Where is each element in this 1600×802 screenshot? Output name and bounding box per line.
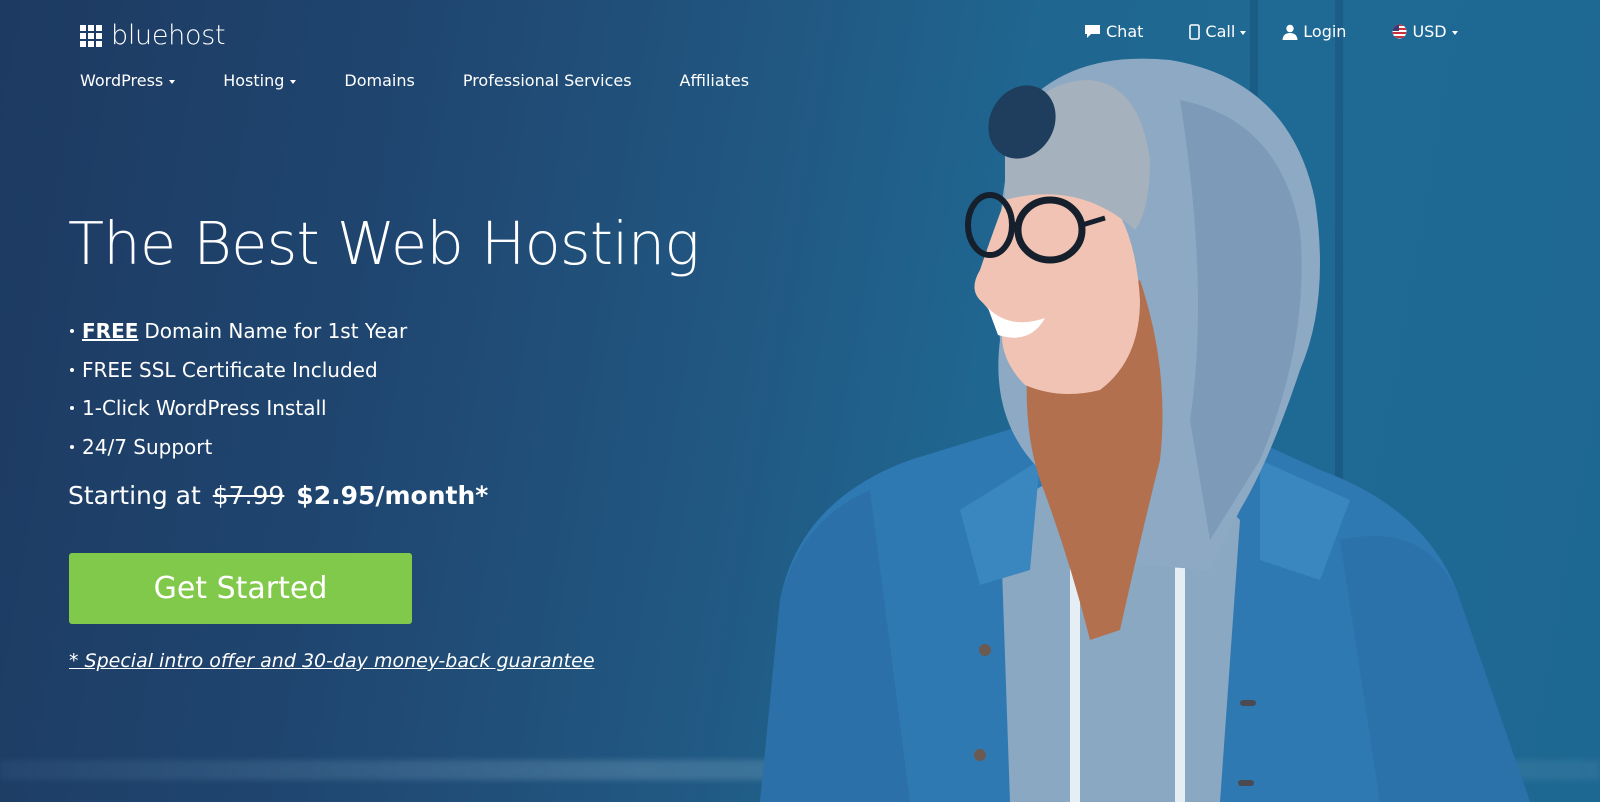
new-price: $2.95/month* — [296, 481, 489, 510]
feature-item: 1-Click WordPress Install — [68, 389, 699, 428]
bullet-dot — [70, 444, 74, 449]
feature-list: FREE Domain Name for 1st Year FREE SSL C… — [68, 312, 699, 466]
chevron-down-icon — [169, 79, 176, 84]
bluehost-logo[interactable]: bluehost — [80, 20, 226, 51]
nav-item-wordpress[interactable]: WordPress — [80, 71, 176, 90]
chat-link[interactable]: Chat — [1084, 22, 1143, 41]
feature-item: 24/7 Support — [68, 428, 699, 467]
nav-label: Affiliates — [679, 71, 750, 90]
feature-text: FREE SSL Certificate Included — [82, 357, 378, 382]
nav-label: Professional Services — [462, 71, 632, 90]
utility-nav: Chat Call Login USD — [1084, 22, 1458, 41]
call-dropdown[interactable]: Call — [1189, 22, 1247, 41]
main-nav: WordPress Hosting Domains Professional S… — [80, 71, 797, 90]
login-label: Login — [1303, 22, 1347, 41]
feature-item: FREE Domain Name for 1st Year — [68, 312, 699, 351]
feature-text: 1-Click WordPress Install — [82, 396, 327, 420]
currency-dropdown[interactable]: USD — [1392, 22, 1458, 41]
nav-label: Domains — [344, 71, 415, 90]
feature-text: Domain Name for 1st Year — [144, 319, 408, 343]
nav-item-affiliates[interactable]: Affiliates — [680, 71, 750, 90]
logo-wordmark: bluehost — [111, 20, 226, 51]
nav-label: WordPress — [80, 71, 164, 90]
user-icon — [1282, 24, 1298, 40]
login-link[interactable]: Login — [1282, 22, 1346, 41]
nav-item-hosting[interactable]: Hosting — [223, 71, 297, 90]
chat-bubble-icon — [1085, 25, 1100, 38]
hero-headline: The Best Web Hosting — [68, 209, 700, 278]
old-price: $7.99 — [212, 481, 285, 510]
bullet-dot — [70, 329, 74, 334]
chat-label: Chat — [1106, 22, 1144, 41]
nav-item-professional-services[interactable]: Professional Services — [463, 71, 632, 90]
grid-3x3-icon — [80, 24, 102, 47]
chevron-down-icon — [1240, 30, 1247, 35]
price-prefix: Starting at — [68, 481, 201, 510]
offer-disclaimer-link[interactable]: * Special intro offer and 30-day money-b… — [69, 650, 595, 672]
bullet-dot — [70, 367, 74, 372]
hero-section: The Best Web Hosting FREE Domain Name fo… — [68, 206, 700, 513]
hero-photo-woman — [760, 58, 1530, 802]
feature-text: 24/7 Support — [82, 434, 213, 459]
chevron-down-icon — [290, 79, 297, 84]
nav-label: Hosting — [223, 71, 285, 90]
get-started-button[interactable]: Get Started — [69, 553, 412, 624]
chevron-down-icon — [1451, 30, 1458, 35]
free-emphasis: FREE — [82, 319, 139, 343]
us-flag-icon — [1392, 24, 1407, 39]
drawstring — [1175, 540, 1185, 802]
call-label: Call — [1205, 22, 1236, 41]
price-line: Starting at $7.99 $2.95/month* — [68, 479, 699, 513]
site-header: bluehost Chat Call Login USD WordPress H… — [0, 0, 1600, 110]
nav-item-domains[interactable]: Domains — [344, 71, 414, 90]
bullet-dot — [70, 406, 74, 411]
currency-label: USD — [1412, 22, 1447, 41]
feature-item: FREE SSL Certificate Included — [68, 351, 699, 390]
phone-icon — [1189, 23, 1201, 40]
